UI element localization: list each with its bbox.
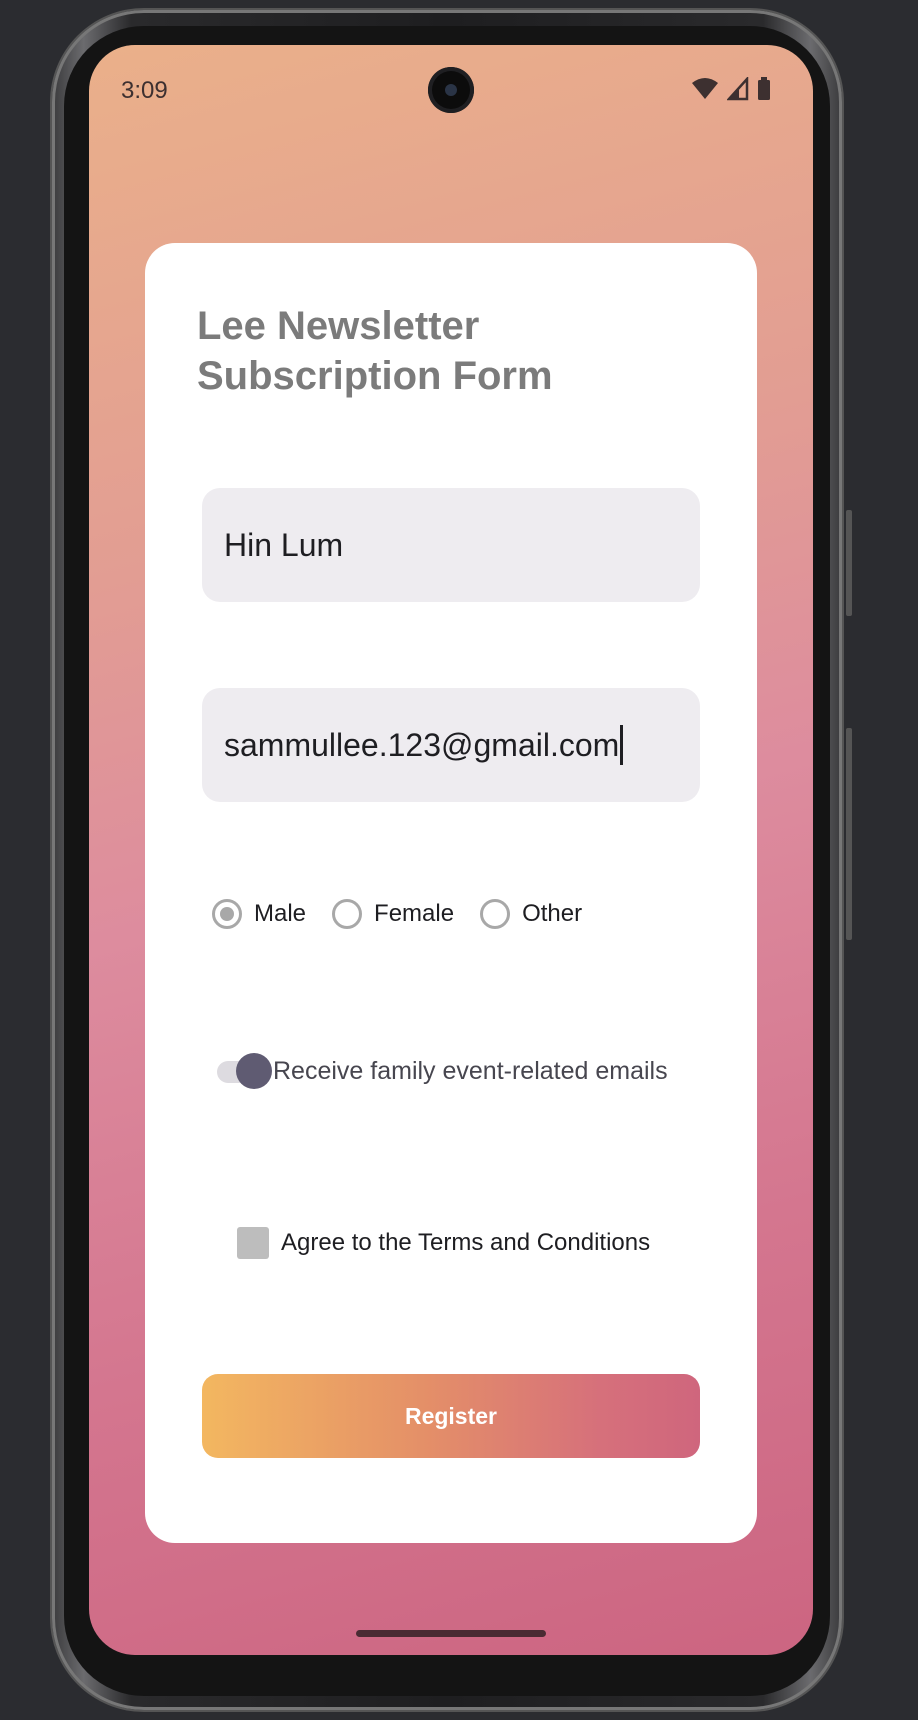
- email-input-value: sammullee.123@gmail.com: [224, 726, 620, 763]
- switch-thumb: [236, 1053, 272, 1089]
- wifi-icon: [692, 78, 718, 99]
- radio-selected-dot: [220, 907, 234, 921]
- gender-radio-group: Male Female Other: [212, 899, 608, 929]
- register-button[interactable]: Register: [202, 1374, 700, 1458]
- family-emails-row: Receive family event-related emails: [217, 1051, 668, 1091]
- name-input[interactable]: Hin Lum: [202, 488, 700, 602]
- name-input-value: Hin Lum: [224, 526, 344, 563]
- power-button: [846, 510, 852, 616]
- radio-female-label: Female: [374, 900, 455, 927]
- terms-label: Agree to the Terms and Conditions: [281, 1229, 651, 1256]
- volume-button: [846, 728, 852, 940]
- family-emails-label: Receive family event-related emails: [273, 1056, 668, 1085]
- subscription-card: Lee Newsletter Subscription Form Hin Lum…: [145, 243, 757, 1543]
- email-input[interactable]: sammullee.123@gmail.com: [202, 688, 700, 802]
- status-time: 3:09: [121, 77, 168, 104]
- radio-other-label: Other: [522, 900, 583, 927]
- form-title: Lee Newsletter Subscription Form: [197, 304, 553, 398]
- radio-female-circle: [332, 899, 363, 929]
- cellular-signal-icon: [727, 77, 749, 101]
- family-emails-switch[interactable]: [217, 1051, 273, 1091]
- front-camera: [428, 67, 474, 113]
- radio-other[interactable]: Other: [480, 899, 582, 929]
- terms-checkbox[interactable]: [237, 1227, 269, 1259]
- terms-row: Agree to the Terms and Conditions: [237, 1227, 650, 1259]
- register-button-label: Register: [404, 1402, 498, 1429]
- text-cursor: [620, 725, 624, 765]
- status-icons: [691, 77, 771, 101]
- home-indicator[interactable]: [356, 1630, 546, 1637]
- app-screen: 3:09 Lee Newsletter Subscription Form Hi…: [89, 45, 813, 1655]
- radio-male-circle: [212, 899, 242, 929]
- radio-male-label: Male: [254, 900, 307, 927]
- battery-icon: [758, 77, 770, 100]
- radio-female[interactable]: Female: [332, 899, 454, 929]
- radio-male[interactable]: Male: [212, 899, 306, 929]
- radio-other-circle: [480, 899, 511, 929]
